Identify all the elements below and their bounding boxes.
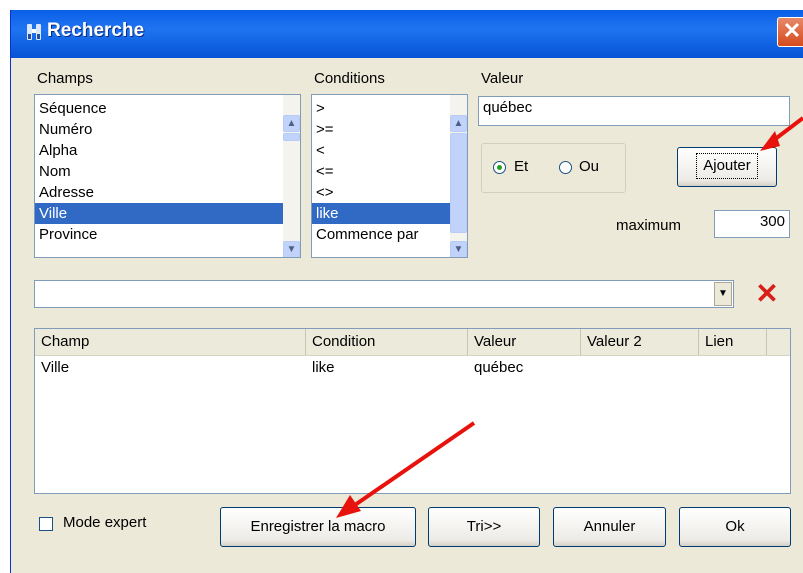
annotation-arrows xyxy=(336,116,803,518)
arrow-to-enregistrer xyxy=(336,421,476,518)
arrow-to-ajouter xyxy=(760,116,803,151)
